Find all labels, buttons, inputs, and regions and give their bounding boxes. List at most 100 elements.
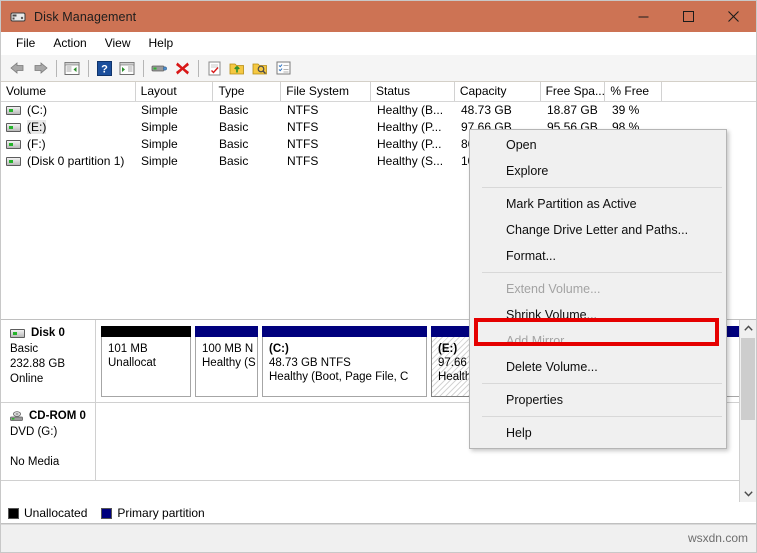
cell-status: Healthy (S... xyxy=(372,153,456,170)
drive-icon xyxy=(6,140,21,149)
close-button[interactable] xyxy=(711,1,756,32)
delete-icon[interactable] xyxy=(171,57,193,79)
cell-layout: Simple xyxy=(136,136,214,153)
toolbar-separator xyxy=(198,60,199,77)
cell-file-system: NTFS xyxy=(282,136,372,153)
drive-icon xyxy=(6,157,21,166)
cell-layout: Simple xyxy=(136,119,214,136)
column-header-percent-free[interactable]: % Free xyxy=(605,82,662,101)
menu-item-explore[interactable]: Explore xyxy=(470,158,726,184)
export-list-up-icon[interactable] xyxy=(226,57,248,79)
partition-line2: Healthy (Boot, Page File, C xyxy=(269,370,426,384)
menu-item-help[interactable]: Help xyxy=(470,420,726,446)
menu-item-delete-volume[interactable]: Delete Volume... xyxy=(470,354,726,380)
menu-separator xyxy=(482,383,722,384)
menu-item-properties[interactable]: Properties xyxy=(470,387,726,413)
menu-item-shrink-volume[interactable]: Shrink Volume... xyxy=(470,302,726,328)
cell-free-space: 18.87 GB xyxy=(542,102,607,119)
watermark: wsxdn.com xyxy=(688,531,748,545)
cell-file-system: NTFS xyxy=(282,119,372,136)
partition-system-reserved[interactable]: 100 MB N Healthy (S xyxy=(195,326,258,397)
cell-layout: Simple xyxy=(136,153,214,170)
rescan-disks-icon[interactable] xyxy=(148,57,170,79)
menu-file[interactable]: File xyxy=(7,33,44,54)
help-icon[interactable]: ? xyxy=(93,57,115,79)
menu-item-change-drive-letter-and-paths[interactable]: Change Drive Letter and Paths... xyxy=(470,217,726,243)
scroll-down-button[interactable] xyxy=(740,485,756,502)
title-bar: Disk Management xyxy=(1,1,756,32)
toolbar-separator xyxy=(143,60,144,77)
scroll-up-button[interactable] xyxy=(740,320,756,337)
column-header-file-system[interactable]: File System xyxy=(281,82,371,101)
column-header-layout[interactable]: Layout xyxy=(136,82,214,101)
cell-status: Healthy (B... xyxy=(372,102,456,119)
show-hide-action-pane-icon[interactable] xyxy=(116,57,138,79)
partition-line1: 48.73 GB NTFS xyxy=(269,356,426,370)
partition-title: (C:) xyxy=(269,342,426,356)
cell-layout: Simple xyxy=(136,102,214,119)
disk-info-cdrom0: CD-ROM 0 DVD (G:) No Media xyxy=(1,403,96,480)
disk-name: Disk 0 xyxy=(31,326,65,341)
disk-title: Disk 0 xyxy=(10,326,95,341)
menu-item-extend-volume: Extend Volume... xyxy=(470,276,726,302)
maximize-button[interactable] xyxy=(666,1,711,32)
menu-separator xyxy=(482,187,722,188)
back-icon[interactable] xyxy=(6,57,28,79)
partition-line1: 100 MB N xyxy=(202,342,257,356)
show-hide-console-tree-icon[interactable] xyxy=(61,57,83,79)
menu-help[interactable]: Help xyxy=(140,33,183,54)
menu-action[interactable]: Action xyxy=(44,33,95,54)
properties-check-icon[interactable] xyxy=(203,57,225,79)
forward-icon[interactable] xyxy=(29,57,51,79)
table-row[interactable]: (C:) Simple Basic NTFS Healthy (B... 48.… xyxy=(1,102,756,119)
column-header-volume[interactable]: Volume xyxy=(1,82,136,101)
cell-volume: (Disk 0 partition 1) xyxy=(1,153,136,170)
disk-state: Online xyxy=(10,372,95,387)
cell-volume: (F:) xyxy=(1,136,136,153)
partition-color-bar xyxy=(195,326,258,337)
context-menu: Open Explore Mark Partition as Active Ch… xyxy=(469,129,727,449)
disk-management-window: Disk Management File Action View Help xyxy=(0,0,757,553)
partition-color-bar xyxy=(262,326,427,337)
partition-unallocated[interactable]: 101 MB Unallocat xyxy=(101,326,191,397)
menu-bar: File Action View Help xyxy=(1,32,756,55)
column-header-extra[interactable] xyxy=(662,82,756,101)
cell-percent-free: 39 % xyxy=(607,102,664,119)
menu-separator xyxy=(482,416,722,417)
legend-item-primary-partition: Primary partition xyxy=(101,506,204,520)
partition-body: (C:) 48.73 GB NTFS Healthy (Boot, Page F… xyxy=(262,337,427,397)
menu-item-mark-partition-as-active[interactable]: Mark Partition as Active xyxy=(470,191,726,217)
volume-list-header: Volume Layout Type File System Status Ca… xyxy=(1,82,756,102)
column-header-status[interactable]: Status xyxy=(371,82,455,101)
legend-label-unallocated: Unallocated xyxy=(24,506,87,520)
menu-separator xyxy=(482,272,722,273)
menu-item-open[interactable]: Open xyxy=(470,132,726,158)
svg-text:?: ? xyxy=(101,63,108,75)
cell-status: Healthy (P... xyxy=(372,119,456,136)
legend-swatch-unallocated xyxy=(8,508,19,519)
window-controls xyxy=(621,1,756,32)
disk-size xyxy=(10,440,95,455)
cell-type: Basic xyxy=(214,153,282,170)
toolbar-separator xyxy=(56,60,57,77)
partition-body: 100 MB N Healthy (S xyxy=(195,337,258,397)
search-folder-icon[interactable] xyxy=(249,57,271,79)
column-header-free-space[interactable]: Free Spa... xyxy=(541,82,606,101)
legend-item-unallocated: Unallocated xyxy=(8,506,87,520)
partition-c[interactable]: (C:) 48.73 GB NTFS Healthy (Boot, Page F… xyxy=(262,326,427,397)
partition-line1: 101 MB xyxy=(108,342,190,356)
status-bar: wsxdn.com xyxy=(1,524,756,552)
column-header-type[interactable]: Type xyxy=(213,82,281,101)
disk-type: DVD (G:) xyxy=(10,425,95,440)
minimize-button[interactable] xyxy=(621,1,666,32)
toolbar-separator xyxy=(88,60,89,77)
column-header-capacity[interactable]: Capacity xyxy=(455,82,541,101)
legend-swatch-primary xyxy=(101,508,112,519)
disk-type: Basic xyxy=(10,342,95,357)
menu-view[interactable]: View xyxy=(96,33,140,54)
disk-panel-scrollbar[interactable] xyxy=(739,320,756,502)
scrollbar-thumb[interactable] xyxy=(741,338,755,420)
partition-body: 101 MB Unallocat xyxy=(101,337,191,397)
menu-item-format[interactable]: Format... xyxy=(470,243,726,269)
task-list-icon[interactable] xyxy=(272,57,294,79)
